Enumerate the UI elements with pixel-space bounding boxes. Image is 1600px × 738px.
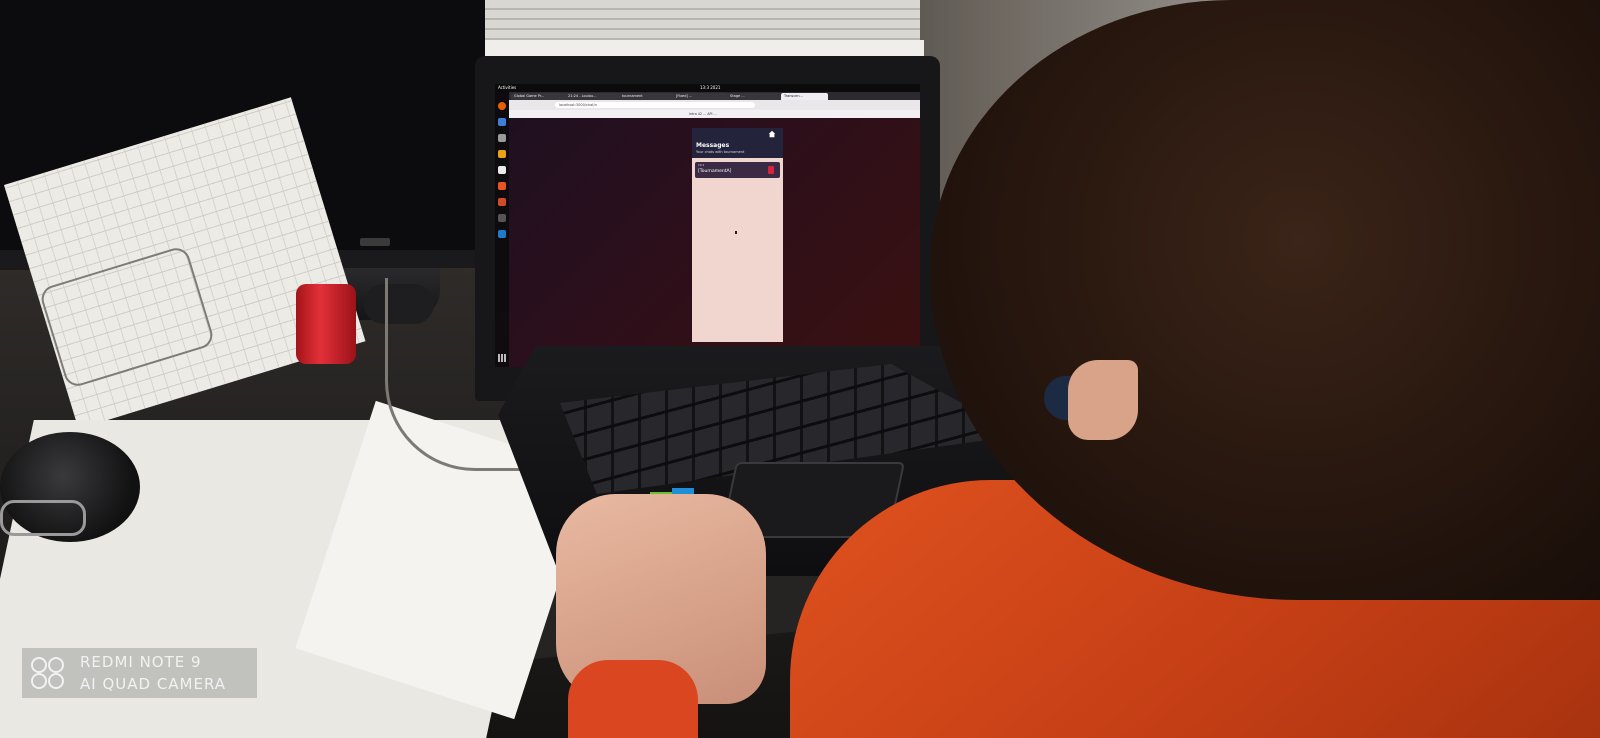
bookmarks-bar: Intra 42 ... API ... <box>509 110 920 118</box>
watermark-line1: REDMI NOTE 9 <box>80 653 202 671</box>
monitor-buttons <box>360 238 390 246</box>
speaker-clip <box>0 500 86 536</box>
browser-tab[interactable]: Global Game Pr... <box>511 93 566 100</box>
watermark-line2: AI QUAD CAMERA <box>80 675 227 693</box>
browser-tab[interactable]: 21:24 - Loulou... <box>565 93 620 100</box>
vscode-icon[interactable] <box>498 230 506 238</box>
quad-camera-icon <box>31 657 64 689</box>
ubuntu-dock <box>495 92 509 367</box>
software-icon[interactable] <box>498 182 506 190</box>
camera-watermark: REDMI NOTE 9 AI QUAD CAMERA <box>22 648 257 698</box>
terminal-icon[interactable] <box>498 214 506 222</box>
browser-tab[interactable]: Stage ... <box>727 93 782 100</box>
message-time: 19:2 <box>698 163 705 167</box>
page-title: Messages <box>696 142 730 149</box>
bookmarks-label[interactable]: Intra 42 ... API ... <box>689 110 717 118</box>
thunderbird-icon[interactable] <box>498 118 506 126</box>
files-icon[interactable] <box>498 134 506 142</box>
browser-tab[interactable]: [Fixed] ... <box>673 93 728 100</box>
chat-app-panel: Messages Your chats with tournament 19:2… <box>692 128 783 342</box>
help-icon[interactable] <box>498 198 506 206</box>
url-input[interactable]: localhost:3000/chat/n <box>555 102 755 108</box>
activities-button[interactable]: Activities <box>498 84 516 92</box>
message-text: [TournamentA] <box>698 169 732 174</box>
left-sleeve <box>568 660 698 738</box>
browser-tab-bar: Global Game Pr... 21:24 - Loulou... tour… <box>509 92 920 100</box>
clock[interactable]: 13:3 2021 <box>700 84 720 92</box>
ubuntu-top-bar: Activities 13:3 2021 <box>495 84 920 92</box>
red-cylinder-object <box>296 284 356 364</box>
page-subtitle: Your chats with tournament <box>696 150 745 154</box>
browser-tab[interactable]: tournament <box>619 93 674 100</box>
home-icon[interactable] <box>768 130 776 138</box>
firefox-icon[interactable] <box>498 102 506 110</box>
show-applications-icon[interactable] <box>498 354 506 362</box>
mouse-cursor-icon <box>735 231 737 234</box>
browser-tab-active[interactable]: Transcen... <box>781 93 828 100</box>
trash-icon[interactable] <box>768 166 774 174</box>
right-hand <box>1068 360 1138 440</box>
message-item[interactable]: 19:2 [TournamentA] <box>695 162 780 178</box>
laptop-screen: Activities 13:3 2021 Global Game Pr... 2… <box>495 84 920 367</box>
rhythmbox-icon[interactable] <box>498 150 506 158</box>
chat-header: Messages Your chats with tournament <box>692 128 783 158</box>
libreoffice-icon[interactable] <box>498 166 506 174</box>
